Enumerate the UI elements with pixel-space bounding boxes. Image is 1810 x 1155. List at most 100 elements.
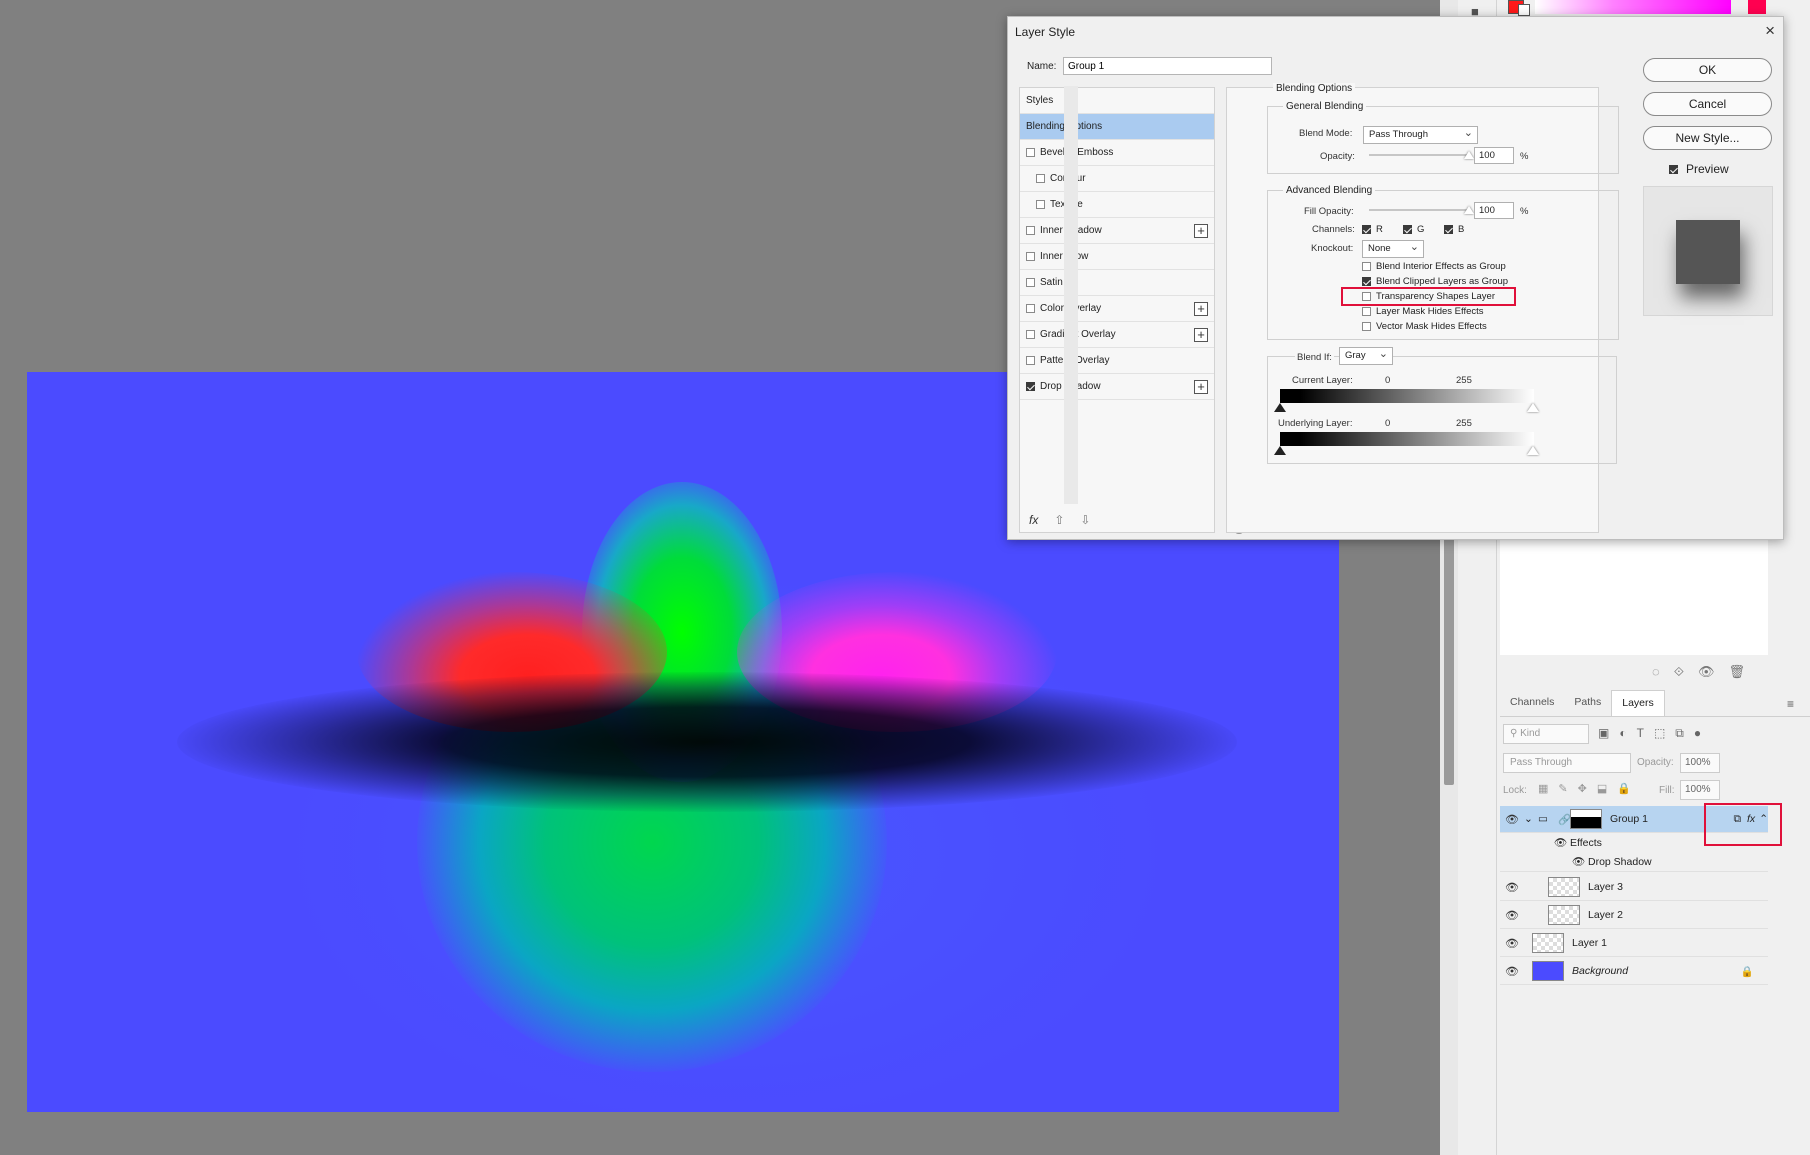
style-contour[interactable]: Contour bbox=[1020, 166, 1214, 192]
checkbox[interactable] bbox=[1026, 330, 1035, 339]
lock-artboard-icon[interactable]: ⬓ bbox=[1597, 782, 1607, 795]
link-icon[interactable]: 🔗 bbox=[1558, 813, 1571, 826]
background-color-swatch[interactable] bbox=[1518, 4, 1530, 16]
opacity-input[interactable]: 100 bbox=[1474, 147, 1514, 164]
opacity-slider-thumb[interactable] bbox=[1464, 151, 1474, 159]
add-effect-button[interactable]: + bbox=[1194, 224, 1208, 238]
panel-menu-icon[interactable]: ≡ bbox=[1787, 697, 1794, 711]
layer-row-layer1[interactable]: 👁 Layer 1 bbox=[1500, 930, 1768, 957]
checkbox-checked[interactable] bbox=[1403, 225, 1412, 234]
current-white-slider[interactable] bbox=[1527, 403, 1539, 412]
layer-mask-thumbnail[interactable] bbox=[1570, 809, 1602, 829]
trash-icon[interactable]: 🗑 bbox=[1729, 664, 1746, 680]
move-up-icon[interactable]: ⇧ bbox=[1054, 513, 1064, 527]
new-style-button[interactable]: New Style... bbox=[1643, 126, 1772, 150]
fill-slider-thumb[interactable] bbox=[1464, 206, 1474, 214]
style-satin[interactable]: Satin bbox=[1020, 270, 1214, 296]
layer-opacity-input[interactable]: 100% bbox=[1680, 753, 1720, 773]
checkbox-checked[interactable] bbox=[1669, 164, 1678, 174]
lock-transparent-icon[interactable]: ▦ bbox=[1538, 782, 1548, 795]
color-hue-slider[interactable] bbox=[1748, 0, 1766, 14]
checkbox[interactable] bbox=[1026, 148, 1035, 157]
lock-icon[interactable]: 🔒 bbox=[1741, 965, 1754, 978]
lock-all-icon[interactable]: 🔒 bbox=[1617, 782, 1631, 795]
checkbox-checked[interactable] bbox=[1026, 382, 1035, 391]
ok-button[interactable]: OK bbox=[1643, 58, 1772, 82]
add-effect-button[interactable]: + bbox=[1194, 302, 1208, 316]
eye-icon[interactable]: 👁 bbox=[1500, 813, 1524, 826]
cancel-button[interactable]: Cancel bbox=[1643, 92, 1772, 116]
style-drop-shadow[interactable]: Drop Shadow + bbox=[1020, 374, 1214, 400]
layer-fill-input[interactable]: 100% bbox=[1680, 780, 1720, 800]
selection-icon[interactable]: ◌ bbox=[1652, 664, 1660, 680]
channel-g[interactable]: G bbox=[1403, 224, 1424, 235]
underlying-black-slider[interactable] bbox=[1274, 446, 1286, 455]
visibility-icon[interactable]: 👁 bbox=[1698, 664, 1715, 680]
option-layer-mask-hides[interactable]: Layer Mask Hides Effects bbox=[1362, 306, 1484, 317]
panel-scrollbar[interactable] bbox=[1444, 500, 1454, 785]
color-ramp[interactable] bbox=[1535, 0, 1731, 14]
checkbox-checked[interactable] bbox=[1362, 277, 1371, 286]
style-bevel-emboss[interactable]: Bevel & Emboss bbox=[1020, 140, 1214, 166]
option-blend-interior[interactable]: Blend Interior Effects as Group bbox=[1362, 261, 1506, 272]
style-inner-shadow[interactable]: Inner Shadow + bbox=[1020, 218, 1214, 244]
name-field[interactable] bbox=[1063, 57, 1272, 75]
tab-paths[interactable]: Paths bbox=[1564, 690, 1611, 716]
styles-header[interactable]: Styles bbox=[1020, 88, 1214, 114]
chevron-down-icon[interactable]: ⌄ bbox=[1524, 813, 1538, 825]
checkbox[interactable] bbox=[1026, 304, 1035, 313]
eye-icon[interactable]: 👁 bbox=[1572, 855, 1588, 868]
style-texture[interactable]: Texture bbox=[1020, 192, 1214, 218]
eye-icon[interactable]: 👁 bbox=[1500, 881, 1524, 894]
add-effect-button[interactable]: + bbox=[1194, 380, 1208, 394]
styles-scrollbar[interactable] bbox=[1064, 86, 1078, 504]
layer-row-drop-shadow[interactable]: 👁 Drop Shadow bbox=[1500, 852, 1768, 872]
checkbox[interactable] bbox=[1362, 322, 1371, 331]
style-inner-glow[interactable]: Inner Glow bbox=[1020, 244, 1214, 270]
checkbox[interactable] bbox=[1026, 278, 1035, 287]
style-color-overlay[interactable]: Color Overlay + bbox=[1020, 296, 1214, 322]
close-icon[interactable]: × bbox=[1765, 21, 1775, 41]
tab-layers[interactable]: Layers bbox=[1611, 690, 1665, 716]
checkbox-checked[interactable] bbox=[1444, 225, 1453, 234]
tab-channels[interactable]: Channels bbox=[1500, 690, 1564, 716]
filter-toggle-icon[interactable]: ● bbox=[1694, 726, 1701, 741]
preview-toggle[interactable]: Preview bbox=[1669, 162, 1729, 176]
fill-slider-track[interactable] bbox=[1369, 209, 1469, 211]
layer-row-background[interactable]: 👁 Background 🔒 bbox=[1500, 958, 1768, 985]
fx-menu-icon[interactable]: fx bbox=[1029, 513, 1038, 527]
shape-filter-icon[interactable]: ⬚ bbox=[1654, 726, 1665, 741]
eye-icon[interactable]: 👁 bbox=[1500, 937, 1524, 950]
eye-icon[interactable]: 👁 bbox=[1500, 965, 1524, 978]
fill-opacity-input[interactable]: 100 bbox=[1474, 202, 1514, 219]
checkbox[interactable] bbox=[1362, 262, 1371, 271]
type-filter-icon[interactable]: T bbox=[1637, 726, 1644, 741]
image-filter-icon[interactable]: ▣ bbox=[1598, 726, 1609, 741]
blend-if-select[interactable]: Gray bbox=[1339, 347, 1393, 365]
checkbox[interactable] bbox=[1026, 252, 1035, 261]
eye-icon[interactable]: 👁 bbox=[1500, 909, 1524, 922]
style-blending-options[interactable]: Blending Options bbox=[1020, 114, 1214, 140]
lock-move-icon[interactable]: ✥ bbox=[1578, 782, 1587, 795]
move-down-icon[interactable]: ⇩ bbox=[1080, 513, 1090, 527]
channel-r[interactable]: R bbox=[1362, 224, 1383, 235]
layer-row-layer2[interactable]: 👁 Layer 2 bbox=[1500, 902, 1768, 929]
option-vector-mask-hides[interactable]: Vector Mask Hides Effects bbox=[1362, 321, 1487, 332]
lock-paint-icon[interactable]: ✎ bbox=[1558, 782, 1567, 795]
transform-icon[interactable]: ⟐ bbox=[1674, 664, 1684, 680]
add-effect-button[interactable]: + bbox=[1194, 328, 1208, 342]
layer-kind-filter[interactable]: ⚲ Kind bbox=[1503, 724, 1589, 744]
eye-icon[interactable]: 👁 bbox=[1554, 836, 1570, 849]
layer-blend-mode-select[interactable]: Pass Through bbox=[1503, 753, 1631, 773]
checkbox[interactable] bbox=[1026, 226, 1035, 235]
underlying-white-slider[interactable] bbox=[1527, 446, 1539, 455]
opacity-slider-track[interactable] bbox=[1369, 154, 1469, 156]
adjustment-filter-icon[interactable]: ◐ bbox=[1619, 726, 1626, 741]
layer-row-layer3[interactable]: 👁 Layer 3 bbox=[1500, 874, 1768, 901]
checkbox[interactable] bbox=[1026, 356, 1035, 365]
checkbox[interactable] bbox=[1036, 200, 1045, 209]
option-blend-clipped[interactable]: Blend Clipped Layers as Group bbox=[1362, 276, 1508, 287]
checkbox[interactable] bbox=[1362, 307, 1371, 316]
current-black-slider[interactable] bbox=[1274, 403, 1286, 412]
channel-b[interactable]: B bbox=[1444, 224, 1464, 235]
